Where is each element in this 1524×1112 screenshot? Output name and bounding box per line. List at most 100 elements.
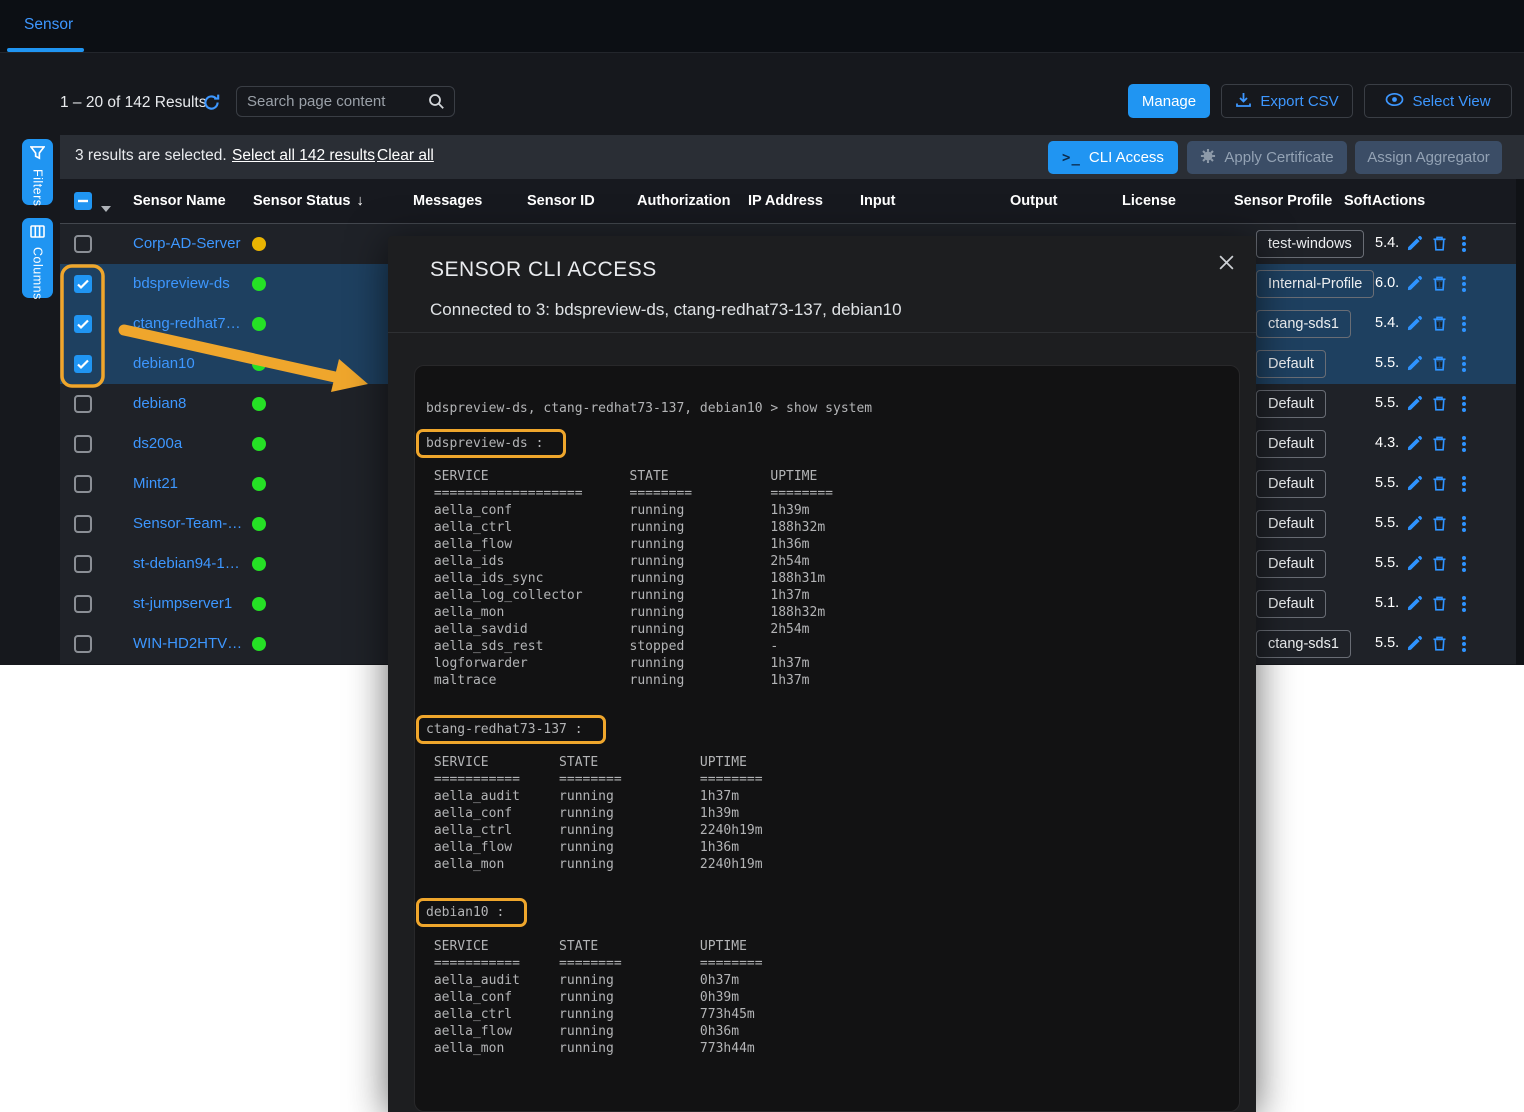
apply-certificate-button[interactable]: Apply Certificate <box>1187 141 1347 174</box>
sensor-name-link[interactable]: Corp-AD-Server <box>133 235 241 252</box>
edit-icon[interactable] <box>1406 395 1424 413</box>
cli-access-button[interactable]: >_ CLI Access <box>1048 141 1178 174</box>
edit-icon[interactable] <box>1406 635 1424 653</box>
service-status-table: SERVICE STATE UPTIME =========== =======… <box>426 754 1239 873</box>
column-header-messages[interactable]: Messages <box>413 193 482 209</box>
delete-icon[interactable] <box>1431 595 1449 613</box>
edit-icon[interactable] <box>1406 555 1424 573</box>
more-actions-icon[interactable] <box>1461 235 1479 253</box>
sensor-profile-chip[interactable]: Default <box>1256 350 1326 378</box>
row-checkbox[interactable] <box>74 475 92 493</box>
column-header-soft[interactable]: Soft <box>1344 193 1371 209</box>
row-checkbox[interactable] <box>74 315 92 333</box>
columns-label: Columns <box>31 247 45 300</box>
row-checkbox[interactable] <box>74 555 92 573</box>
delete-icon[interactable] <box>1431 435 1449 453</box>
sensor-name-link[interactable]: ctang-redhat7… <box>133 315 241 332</box>
row-checkbox[interactable] <box>74 515 92 533</box>
host-label-highlight-box: bdspreview-ds : <box>416 429 566 458</box>
more-actions-icon[interactable] <box>1461 355 1479 373</box>
select-all-link[interactable]: Select all 142 results <box>232 147 375 165</box>
row-checkbox[interactable] <box>74 275 92 293</box>
column-header-sensor-name[interactable]: Sensor Name <box>133 193 226 209</box>
export-csv-button[interactable]: Export CSV <box>1221 84 1353 118</box>
cli-terminal[interactable]: bdspreview-ds, ctang-redhat73-137, debia… <box>414 365 1240 1112</box>
row-checkbox[interactable] <box>74 235 92 253</box>
sensor-profile-chip[interactable]: Default <box>1256 550 1326 578</box>
assign-aggregator-button[interactable]: Assign Aggregator <box>1355 141 1502 174</box>
edit-icon[interactable] <box>1406 435 1424 453</box>
sensor-name-link[interactable]: st-debian94-1… <box>133 555 240 572</box>
sensor-profile-chip[interactable]: ctang-sds1 <box>1256 630 1351 658</box>
delete-icon[interactable] <box>1431 315 1449 333</box>
delete-icon[interactable] <box>1431 275 1449 293</box>
delete-icon[interactable] <box>1431 515 1449 533</box>
more-actions-icon[interactable] <box>1461 515 1479 533</box>
clear-all-link[interactable]: Clear all <box>377 147 434 165</box>
sensor-profile-chip[interactable]: Internal-Profile <box>1256 270 1374 298</box>
delete-icon[interactable] <box>1431 635 1449 653</box>
sensor-name-link[interactable]: WIN-HD2HTV… <box>133 635 242 652</box>
sensor-profile-chip[interactable]: Default <box>1256 390 1326 418</box>
row-checkbox[interactable] <box>74 395 92 413</box>
column-header-authorization[interactable]: Authorization <box>637 193 730 209</box>
more-actions-icon[interactable] <box>1461 635 1479 653</box>
more-actions-icon[interactable] <box>1461 595 1479 613</box>
more-actions-icon[interactable] <box>1461 315 1479 333</box>
sensor-name-link[interactable]: Mint21 <box>133 475 178 492</box>
tab-sensor[interactable]: Sensor <box>24 16 73 34</box>
column-header-ip-address[interactable]: IP Address <box>748 193 823 209</box>
more-actions-icon[interactable] <box>1461 435 1479 453</box>
sensor-name-link[interactable]: debian10 <box>133 355 195 372</box>
delete-icon[interactable] <box>1431 475 1449 493</box>
sensor-profile-chip[interactable]: Default <box>1256 510 1326 538</box>
column-header-sensor-status[interactable]: Sensor Status↓ <box>253 193 364 209</box>
close-icon[interactable] <box>1218 254 1236 272</box>
scrollbar-track[interactable] <box>1516 179 1524 665</box>
column-header-sensor-id[interactable]: Sensor ID <box>527 193 595 209</box>
sensor-name-link[interactable]: ds200a <box>133 435 182 452</box>
manage-button[interactable]: Manage <box>1128 84 1210 118</box>
sensor-profile-chip[interactable]: Default <box>1256 590 1326 618</box>
more-actions-icon[interactable] <box>1461 275 1479 293</box>
sensor-name-link[interactable]: Sensor-Team-… <box>133 515 242 532</box>
column-header-input[interactable]: Input <box>860 193 895 209</box>
column-header-license[interactable]: License <box>1122 193 1176 209</box>
sensor-name-link[interactable]: bdspreview-ds <box>133 275 230 292</box>
filters-button[interactable]: Filters <box>22 139 53 205</box>
sensor-profile-chip[interactable]: Default <box>1256 430 1326 458</box>
row-checkbox[interactable] <box>74 435 92 453</box>
edit-icon[interactable] <box>1406 475 1424 493</box>
software-version: 6.0. <box>1375 275 1399 291</box>
edit-icon[interactable] <box>1406 355 1424 373</box>
column-header-actions[interactable]: Actions <box>1372 193 1425 209</box>
sensor-profile-chip[interactable]: Default <box>1256 470 1326 498</box>
delete-icon[interactable] <box>1431 235 1449 253</box>
selection-dropdown-caret[interactable] <box>101 199 111 217</box>
delete-icon[interactable] <box>1431 555 1449 573</box>
row-checkbox[interactable] <box>74 635 92 653</box>
column-header-output[interactable]: Output <box>1010 193 1058 209</box>
edit-icon[interactable] <box>1406 515 1424 533</box>
edit-icon[interactable] <box>1406 315 1424 333</box>
sensor-profile-chip[interactable]: ctang-sds1 <box>1256 310 1351 338</box>
search-input[interactable] <box>239 88 433 115</box>
row-checkbox[interactable] <box>74 595 92 613</box>
sensor-name-link[interactable]: debian8 <box>133 395 186 412</box>
sensor-profile-chip[interactable]: test-windows <box>1256 230 1364 258</box>
sensor-name-link[interactable]: st-jumpserver1 <box>133 595 232 612</box>
edit-icon[interactable] <box>1406 235 1424 253</box>
more-actions-icon[interactable] <box>1461 555 1479 573</box>
select-all-checkbox[interactable] <box>74 192 92 210</box>
columns-button[interactable]: Columns <box>22 218 53 298</box>
more-actions-icon[interactable] <box>1461 395 1479 413</box>
select-view-button[interactable]: Select View <box>1364 84 1512 118</box>
delete-icon[interactable] <box>1431 355 1449 373</box>
refresh-icon[interactable] <box>202 93 222 113</box>
more-actions-icon[interactable] <box>1461 475 1479 493</box>
edit-icon[interactable] <box>1406 595 1424 613</box>
column-header-sensor-profile[interactable]: Sensor Profile <box>1234 193 1332 209</box>
edit-icon[interactable] <box>1406 275 1424 293</box>
row-checkbox[interactable] <box>74 355 92 373</box>
delete-icon[interactable] <box>1431 395 1449 413</box>
